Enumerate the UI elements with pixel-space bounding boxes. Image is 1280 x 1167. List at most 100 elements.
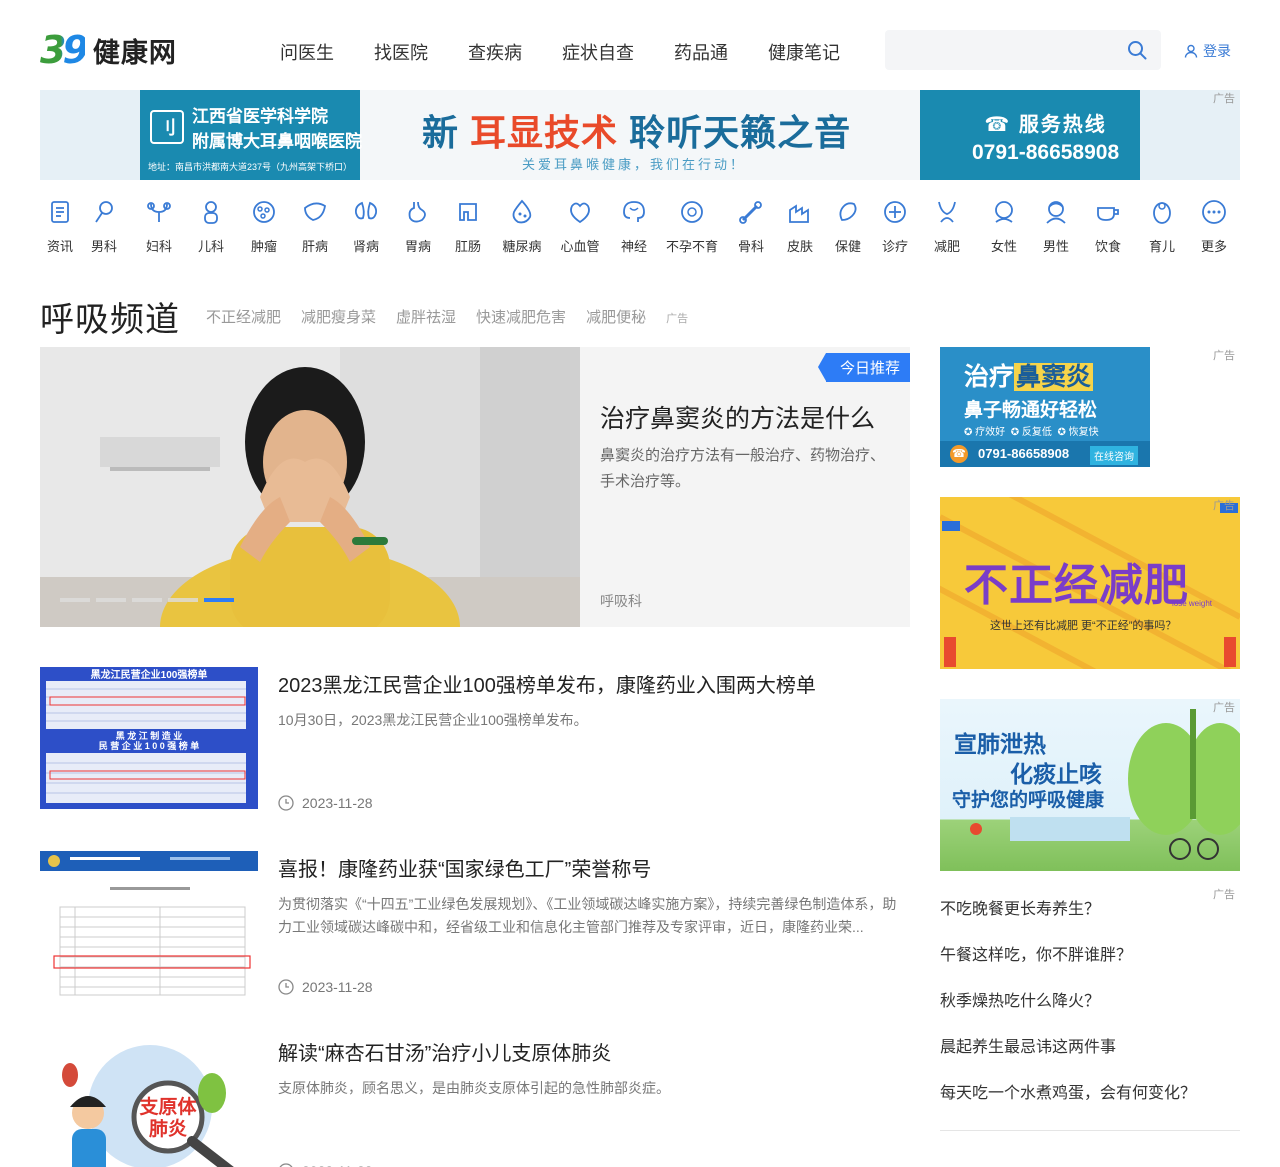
news-icon (51, 201, 69, 223)
featured-category[interactable]: 呼吸科 (600, 591, 642, 611)
nav-disease[interactable]: 查疾病 (468, 39, 522, 65)
nav-symptom-check[interactable]: 症状自查 (562, 39, 634, 65)
category-item[interactable]: 减肥 (917, 198, 977, 255)
login-link[interactable]: 登录 (1184, 41, 1231, 61)
tag-link[interactable]: 减肥瘦身菜 (301, 306, 376, 327)
sidebar-link[interactable]: 秋季燥热吃什么降火？ (940, 990, 1240, 1036)
category-item[interactable]: 心血管 (550, 198, 610, 255)
main-nav: 问医生 找医院 查疾病 症状自查 药品通 健康笔记 (280, 39, 880, 65)
ad-tag: 广告 (1213, 350, 1235, 362)
article-title[interactable]: 解读“麻杏石甘汤”治疗小儿支原体肺炎 (278, 1037, 611, 1066)
category-item[interactable]: 不孕不育 (662, 198, 722, 255)
sidebar-link[interactable]: 不吃晚餐更长寿养生？ (940, 898, 1240, 944)
featured-article[interactable]: 今日推荐 治疗鼻窦炎的方法是什么 鼻窦炎的治疗方法有一般治疗、药物治疗、手术治疗… (40, 347, 910, 627)
female-icon (995, 201, 1013, 223)
category-label: 肛肠 (454, 239, 481, 254)
certificate-list-image (40, 851, 258, 996)
slider-dots (60, 598, 240, 602)
ad-tag: 广告 (1213, 500, 1235, 512)
featured-image[interactable] (40, 347, 580, 627)
fertility-icon (681, 201, 703, 223)
slider-dot[interactable] (204, 598, 234, 602)
search-icon[interactable] (1127, 40, 1147, 60)
article-desc: 支原体肺炎，顾名思义，是由肺炎支原体引起的急性肺部炎症。 (278, 1080, 670, 1096)
list-item[interactable]: 喜报！康隆药业获“国家绿色工厂”荣誉称号 为贯彻落实《“十四五”工业绿色发展规划… (40, 851, 910, 996)
article-title[interactable]: 2023黑龙江民营企业100强榜单发布，康隆药业入围两大榜单 (278, 669, 816, 698)
consult-button[interactable]: 在线咨询 (1090, 446, 1138, 465)
baby-icon (1153, 202, 1171, 224)
top-banner-ad[interactable]: 刂 江西省医学科学院 附属博大耳鼻咽喉医院 地址：南昌市洪都南大道237号（九州… (40, 90, 1240, 180)
man-icon (1046, 201, 1066, 224)
category-item[interactable]: 肾病 (336, 198, 396, 255)
tag-link[interactable]: 虚胖祛湿 (396, 306, 456, 327)
svg-text:肺炎: 肺炎 (149, 1118, 187, 1140)
hospital-name-1: 江西省医学科学院 (192, 107, 328, 127)
article-thumbnail[interactable]: 黑龙江民营企业100强榜单 黑 龙 江 制 造 业 民 营 企 业 1 0 0 … (40, 667, 258, 812)
recommend-badge: 今日推荐 (817, 353, 910, 382)
category-item[interactable]: 男科 (74, 198, 134, 255)
male-icon (95, 201, 113, 223)
login-label: 登录 (1203, 43, 1231, 59)
clock-icon (278, 795, 294, 811)
user-icon (1184, 44, 1198, 58)
article-desc: 10月30日，2023黑龙江民营企业100强榜单发布。 (278, 712, 588, 728)
category-item[interactable]: 糖尿病 (492, 198, 552, 255)
logo-number: 39 (40, 28, 89, 72)
child-icon (204, 201, 218, 224)
sidebar-ad-weightloss[interactable]: 不正经减肥 lose weight 这世上还有比减肥 更“不正经”的事吗？ (940, 497, 1240, 669)
diabetes-icon (512, 199, 532, 224)
sidebar-link-list: 不吃晚餐更长寿养生？ 午餐这样吃，你不胖谁胖？ 秋季燥热吃什么降火？ 晨起养生最… (940, 898, 1240, 1128)
banner-slogan: 新 耳显技术 聆听天籁之音 (422, 112, 852, 153)
more-icon (1202, 200, 1226, 224)
sidebar-link[interactable]: 晨起养生最忌讳这两件事 (940, 1036, 1240, 1082)
slider-dot[interactable] (96, 598, 126, 602)
stomach-icon (408, 201, 426, 223)
ad-tag: 广告 (666, 313, 689, 325)
category-item[interactable]: 饮食 (1078, 198, 1138, 255)
category-item[interactable]: 男性 (1026, 198, 1086, 255)
category-item[interactable]: 诊疗 (865, 198, 925, 255)
search-input[interactable] (885, 30, 1161, 70)
heart-icon (570, 202, 590, 224)
banner-subslogan: 关爱耳鼻喉健康，我们在行动！ (522, 157, 747, 172)
brain-icon (623, 201, 645, 222)
tumor-icon (253, 201, 275, 223)
kidney-icon (354, 201, 378, 220)
category-item[interactable]: 妇科 (129, 198, 189, 255)
list-item[interactable]: 支原体 肺炎 解读“麻杏石甘汤”治疗小儿支原体肺炎 支原体肺炎，顾名思义，是由肺… (40, 1035, 910, 1167)
site-logo[interactable]: 39 健康网 (40, 28, 177, 72)
category-label: 男性 (1042, 239, 1069, 254)
slider-dot[interactable] (168, 598, 198, 602)
channel-tags: 不正经减肥 减肥瘦身菜 虚胖祛湿 快速减肥危害 减肥便秘 广告 (206, 306, 688, 327)
sidebar-link[interactable]: 午餐这样吃，你不胖谁胖？ (940, 944, 1240, 990)
category-item[interactable]: 肛肠 (438, 198, 498, 255)
category-item[interactable]: 育儿 (1132, 198, 1192, 255)
featured-title[interactable]: 治疗鼻窦炎的方法是什么 (600, 399, 875, 435)
slider-dot[interactable] (132, 598, 162, 602)
sidebar-ad-lung[interactable]: 宣肺泄热 化痰止咳 守护您的呼吸健康 (940, 699, 1240, 871)
sidebar-link[interactable]: 每天吃一个水煮鸡蛋，会有何变化？ (940, 1082, 1240, 1128)
article-thumbnail[interactable] (40, 851, 258, 996)
tag-link[interactable]: 快速减肥危害 (476, 306, 566, 327)
slider-dot[interactable] (60, 598, 90, 602)
site-header: 39 健康网 问医生 找医院 查疾病 症状自查 药品通 健康笔记 登录 (40, 28, 1240, 74)
category-item[interactable]: 女性 (974, 198, 1034, 255)
sidebar-ad-sinusitis[interactable]: 治疗鼻窦炎 鼻子畅通好轻松 ✪ 疗效好 ✪ 反复低 ✪ 恢复快 ☎ 0791-8… (940, 347, 1150, 467)
nav-find-hospital[interactable]: 找医院 (374, 39, 428, 65)
nav-health-notes[interactable]: 健康笔记 (768, 39, 840, 65)
article-thumbnail[interactable]: 支原体 肺炎 (40, 1035, 258, 1167)
category-item[interactable]: 神经 (604, 198, 664, 255)
category-item[interactable]: 更多 (1184, 198, 1244, 255)
category-item[interactable]: 儿科 (181, 198, 241, 255)
medical-cross-icon (884, 201, 906, 223)
article-title[interactable]: 喜报！康隆药业获“国家绿色工厂”荣誉称号 (278, 853, 651, 882)
nav-ask-doctor[interactable]: 问医生 (280, 39, 334, 65)
health-care-icon (839, 202, 857, 221)
tag-link[interactable]: 减肥便秘 (586, 306, 646, 327)
tag-link[interactable]: 不正经减肥 (206, 306, 281, 327)
intestine-icon (459, 203, 477, 221)
weight-loss-icon (938, 201, 956, 223)
list-item[interactable]: 黑龙江民营企业100强榜单 黑 龙 江 制 造 业 民 营 企 业 1 0 0 … (40, 667, 910, 812)
nav-drugs[interactable]: 药品通 (674, 39, 728, 65)
category-label: 儿科 (197, 239, 224, 254)
